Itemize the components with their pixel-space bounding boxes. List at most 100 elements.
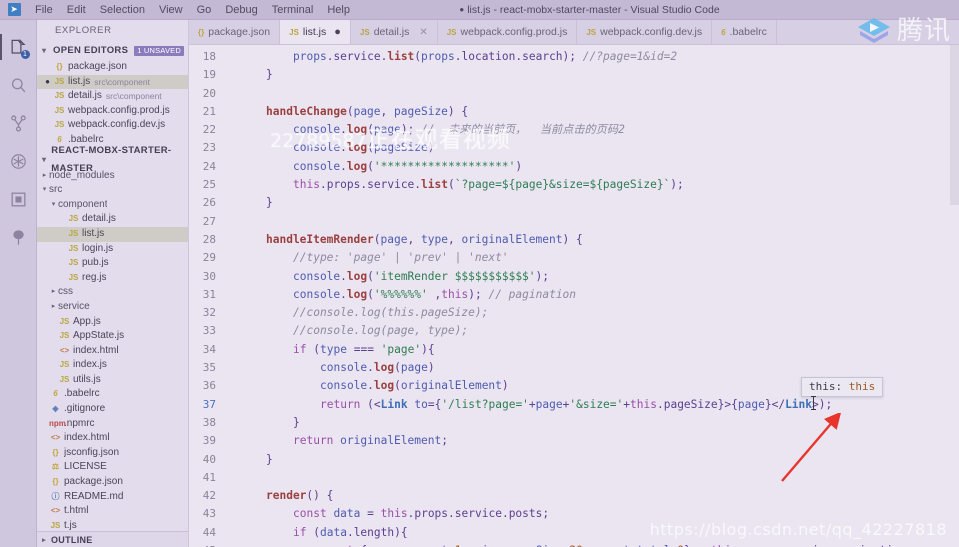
- tree-file[interactable]: npm .npmrc: [37, 417, 188, 432]
- menu-item-edit[interactable]: Edit: [60, 0, 93, 20]
- disclosure-icon[interactable]: ▸: [49, 285, 58, 300]
- code-text[interactable]: }: [239, 194, 959, 212]
- tree-file[interactable]: JS pub.js: [37, 256, 188, 271]
- code-line[interactable]: 37 return (<Link to={'/list?page='+page+…: [189, 396, 959, 414]
- code-line[interactable]: 41: [189, 469, 959, 487]
- code-text[interactable]: console.log('*******************'): [239, 158, 959, 176]
- open-editor-item[interactable]: JS webpack.config.dev.js: [37, 118, 188, 133]
- code-line[interactable]: 34 if (type === 'page'){: [189, 341, 959, 359]
- tree-folder[interactable]: ▸ css: [37, 285, 188, 300]
- menu-bar[interactable]: File Edit Selection View Go Debug Termin…: [28, 0, 357, 20]
- editor-tab[interactable]: {} package.json: [189, 20, 281, 44]
- code-line[interactable]: 33 //console.log(page, type);: [189, 322, 959, 340]
- code-text[interactable]: if (data.length){: [239, 524, 959, 542]
- code-text[interactable]: props.service.list(props.location.search…: [239, 48, 959, 66]
- activity-source-control[interactable]: [0, 104, 37, 142]
- code-text[interactable]: console.log(page); // 未来的当前页， 当前点击的页码2: [239, 121, 959, 139]
- code-line[interactable]: 44 if (data.length){: [189, 524, 959, 542]
- code-line[interactable]: 31 console.log('%%%%%%' ,this); // pagin…: [189, 286, 959, 304]
- code-line[interactable]: 29 //type: 'page' | 'prev' | 'next': [189, 249, 959, 267]
- code-line[interactable]: 35 console.log(page): [189, 359, 959, 377]
- activity-debug[interactable]: [0, 142, 37, 180]
- disclosure-icon[interactable]: ▸: [49, 300, 58, 315]
- code-text[interactable]: return (<Link to={'/list?page='+page+'&s…: [239, 396, 959, 414]
- tab-close-icon[interactable]: ✕: [419, 27, 427, 38]
- code-line[interactable]: 23 console.log(pageSize): [189, 139, 959, 157]
- activity-extensions[interactable]: [0, 180, 37, 218]
- tree-folder[interactable]: ▾ src: [37, 183, 188, 198]
- editor-tab[interactable]: JS webpack.config.dev.js: [577, 20, 713, 44]
- code-text[interactable]: //console.log(this.pageSize);: [239, 304, 959, 322]
- menu-item-terminal[interactable]: Terminal: [265, 0, 321, 20]
- open-editor-item[interactable]: JS detail.js src\component: [37, 89, 188, 104]
- code-text[interactable]: this.props.service.list(`?page=${page}&s…: [239, 176, 959, 194]
- code-text[interactable]: console.log('itemRender $$$$$$$$$$$');: [239, 268, 959, 286]
- code-line[interactable]: 38 }: [189, 414, 959, 432]
- code-text[interactable]: //type: 'page' | 'prev' | 'next': [239, 249, 959, 267]
- open-editor-item[interactable]: {} package.json: [37, 60, 188, 75]
- tree-file[interactable]: <> index.html: [37, 344, 188, 359]
- tree-file[interactable]: {} package.json: [37, 475, 188, 490]
- disclosure-icon[interactable]: ▸: [40, 169, 49, 184]
- code-text[interactable]: const {page:current=1, size:pageSize=20,…: [239, 542, 959, 547]
- code-text[interactable]: console.log(page): [239, 359, 959, 377]
- tree-file[interactable]: JS AppState.js: [37, 329, 188, 344]
- code-line[interactable]: 20: [189, 85, 959, 103]
- code-line[interactable]: 45 const {page:current=1, size:pageSize=…: [189, 542, 959, 547]
- code-viewport[interactable]: 18 props.service.list(props.location.sea…: [189, 45, 959, 547]
- disclosure-icon[interactable]: ▾: [49, 198, 58, 213]
- menu-item-help[interactable]: Help: [320, 0, 357, 20]
- menu-item-file[interactable]: File: [28, 0, 60, 20]
- code-line[interactable]: 30 console.log('itemRender $$$$$$$$$$$')…: [189, 268, 959, 286]
- editor-tab[interactable]: JS list.js ●: [280, 20, 351, 44]
- code-line[interactable]: 18 props.service.list(props.location.sea…: [189, 48, 959, 66]
- code-line[interactable]: 25 this.props.service.list(`?page=${page…: [189, 176, 959, 194]
- editor-tab[interactable]: JS detail.js ✕: [351, 20, 438, 44]
- open-editor-item[interactable]: ● JS list.js src\component: [37, 74, 188, 90]
- tree-file[interactable]: JS list.js: [37, 226, 188, 242]
- tree-file[interactable]: JS App.js: [37, 315, 188, 330]
- tree-file[interactable]: 6 .babelrc: [37, 387, 188, 402]
- menu-item-debug[interactable]: Debug: [218, 0, 264, 20]
- tree-file[interactable]: ⚖ LICENSE: [37, 460, 188, 475]
- tree-file[interactable]: JS utils.js: [37, 373, 188, 388]
- code-text[interactable]: }: [239, 66, 959, 84]
- tree-file[interactable]: JS reg.js: [37, 271, 188, 286]
- code-text[interactable]: handleItemRender(page, type, originalEle…: [239, 231, 959, 249]
- code-line[interactable]: 42 render() {: [189, 487, 959, 505]
- code-text[interactable]: console.log(pageSize): [239, 139, 959, 157]
- editor-tab[interactable]: 6 .babelrc: [712, 20, 777, 44]
- editor-tab[interactable]: JS webpack.config.prod.js: [438, 20, 578, 44]
- disclosure-icon[interactable]: ▾: [40, 183, 49, 198]
- code-line[interactable]: 40 }: [189, 451, 959, 469]
- menu-item-go[interactable]: Go: [190, 0, 219, 20]
- code-text[interactable]: //console.log(page, type);: [239, 322, 959, 340]
- activity-tree-view[interactable]: [0, 218, 37, 256]
- code-line[interactable]: 43 const data = this.props.service.posts…: [189, 505, 959, 523]
- code-line[interactable]: 26 }: [189, 194, 959, 212]
- code-line[interactable]: 32 //console.log(this.pageSize);: [189, 304, 959, 322]
- tree-file[interactable]: {} jsconfig.json: [37, 446, 188, 461]
- tree-file[interactable]: ⓘ README.md: [37, 490, 188, 505]
- tree-file[interactable]: JS detail.js: [37, 212, 188, 227]
- open-editors-header[interactable]: ▾ OPEN EDITORS 1 UNSAVED: [37, 42, 188, 60]
- tab-modified-dot-icon[interactable]: ●: [334, 26, 341, 38]
- code-line[interactable]: 39 return originalElement;: [189, 432, 959, 450]
- outline-section[interactable]: ▸ OUTLINE: [37, 531, 188, 547]
- code-line[interactable]: 24 console.log('*******************'): [189, 158, 959, 176]
- code-text[interactable]: render() {: [239, 487, 959, 505]
- code-line[interactable]: 21 handleChange(page, pageSize) {: [189, 103, 959, 121]
- code-text[interactable]: const data = this.props.service.posts;: [239, 505, 959, 523]
- tree-file[interactable]: JS index.js: [37, 358, 188, 373]
- tree-folder[interactable]: ▾ component: [37, 198, 188, 213]
- code-text[interactable]: }: [239, 414, 959, 432]
- code-content[interactable]: 18 props.service.list(props.location.sea…: [189, 45, 959, 547]
- activity-explorer[interactable]: 1: [0, 28, 37, 66]
- code-text[interactable]: return originalElement;: [239, 432, 959, 450]
- open-editor-item[interactable]: JS webpack.config.prod.js: [37, 104, 188, 119]
- activity-search[interactable]: [0, 66, 37, 104]
- menu-item-view[interactable]: View: [152, 0, 190, 20]
- code-text[interactable]: console.log('%%%%%%' ,this); // paginati…: [239, 286, 959, 304]
- tree-file[interactable]: <> index.html: [37, 431, 188, 446]
- tree-file[interactable]: JS login.js: [37, 242, 188, 257]
